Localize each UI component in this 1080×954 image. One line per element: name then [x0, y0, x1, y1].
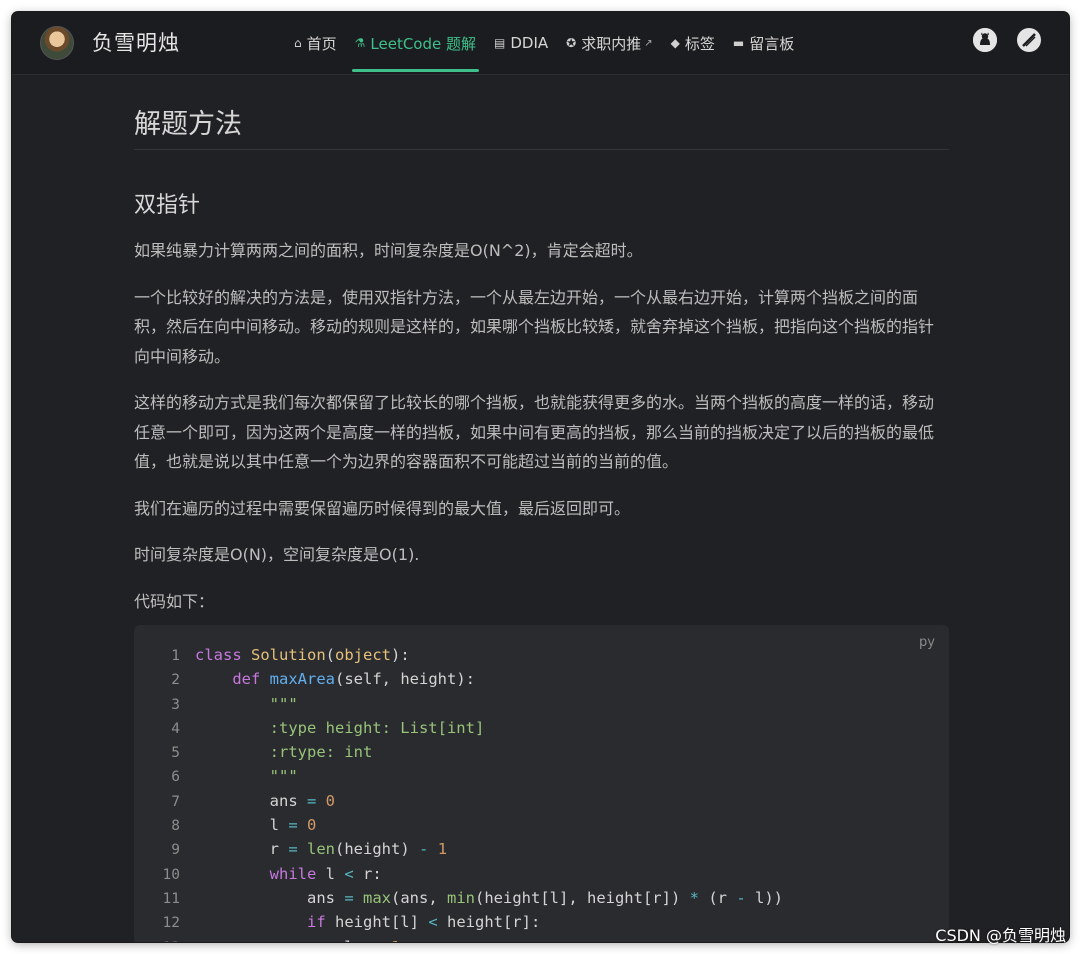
nav-item-jobs[interactable]: ✪ 求职内推 ↗: [566, 12, 652, 74]
line-number: 11: [162, 890, 180, 907]
page-title: 解题方法: [134, 102, 949, 150]
line-number: 8: [171, 818, 180, 835]
site-name[interactable]: 负雪明烛: [92, 27, 180, 57]
browser-window: 负雪明烛 ⌂ 首页 ⚗ LeetCode 题解 ▤ DDIA ✪ 求职内推 ↗ …: [12, 12, 1069, 942]
code-line: 13 l += 1: [134, 935, 783, 942]
code-text: if height[l] < height[r]:: [306, 913, 541, 932]
code-text: r = len(height) - 1: [195, 840, 448, 859]
line-number: 9: [171, 842, 180, 859]
section-heading: 双指针: [134, 193, 201, 218]
code-line: 1 class Solution(object):: [134, 643, 783, 667]
top-navbar: 负雪明烛 ⌂ 首页 ⚗ LeetCode 题解 ▤ DDIA ✪ 求职内推 ↗ …: [12, 12, 1069, 75]
avatar[interactable]: [40, 26, 74, 60]
line-number: 4: [171, 720, 180, 737]
paragraph: 我们在遍历的过程中需要保留遍历时候得到的最大值，最后返回即可。: [134, 498, 631, 518]
code-line: 12 if height[l] < height[r]:: [134, 910, 783, 934]
nav-right-icons: [973, 28, 1041, 52]
award-icon: ✪: [566, 36, 577, 50]
comment-icon: ▬: [732, 36, 745, 50]
line-number: 10: [162, 866, 180, 883]
code-lines: 1 class Solution(object): 2 def maxArea(se…: [134, 643, 783, 942]
code-text: def maxArea(self, height):: [232, 670, 475, 689]
paragraph: 一个比较好的解决的方法是，使用双指针方法，一个从最左边开始，一个从最右边开始，计…: [134, 287, 935, 366]
nav-item-label: 首页: [306, 34, 337, 53]
code-line: 2 def maxArea(self, height):: [134, 667, 783, 691]
code-line: 3 """: [134, 692, 783, 716]
line-number: 6: [171, 769, 180, 786]
home-icon: ⌂: [294, 36, 302, 50]
nav-item-guestbook[interactable]: ▬ 留言板: [733, 12, 794, 74]
nav-item-leetcode[interactable]: ⚗ LeetCode 题解: [351, 12, 480, 74]
watermark: CSDN @负雪明烛: [935, 926, 1066, 945]
article-content: 解题方法 双指针 如果纯暴力计算两两之间的面积，时间复杂度是O(N^2)，肯定会…: [134, 74, 949, 616]
code-line: 7 ans = 0: [134, 789, 783, 813]
nav-item-label: LeetCode 题解: [370, 34, 477, 53]
line-number: 1: [171, 648, 180, 664]
code-text: ans = max(ans, min(height[l], height[r])…: [195, 888, 783, 907]
line-number: 13: [134, 936, 195, 942]
paragraph: 时间复杂度是O(N)，空间复杂度是O(1).: [134, 545, 420, 564]
code-line: 11 ans = max(ans, min(height[l], height[…: [134, 886, 783, 910]
line-number: 12: [162, 915, 180, 932]
paragraph: 如果纯暴力计算两两之间的面积，时间复杂度是O(N^2)，肯定会超时。: [134, 241, 643, 260]
code-text: :type height: List[int]: [195, 718, 485, 737]
nav-item-home[interactable]: ⌂ 首页: [294, 12, 337, 74]
code-text: :rtype: int: [195, 743, 373, 762]
paragraph: 代码如下：: [134, 591, 215, 611]
nav-item-label: 求职内推: [581, 34, 642, 53]
tag-icon: ◆: [670, 36, 680, 50]
code-text: """: [195, 694, 298, 713]
nav-item-ddia[interactable]: ▤ DDIA: [494, 12, 548, 74]
code-line: 10 while l < r:: [134, 862, 783, 886]
line-number: 2: [171, 672, 180, 689]
code-line: 6 """: [134, 764, 783, 788]
nav-item-tags[interactable]: ◆ 标签: [671, 12, 715, 74]
main-nav: ⌂ 首页 ⚗ LeetCode 题解 ▤ DDIA ✪ 求职内推 ↗ ◆ 标签 …: [294, 12, 812, 74]
code-language-badge: py: [919, 635, 935, 650]
paragraph: 这样的移动方式是我们每次都保留了比较长的哪个挡板，也就能获得更多的水。当两个挡板…: [134, 393, 935, 471]
code-text: class Solution(object):: [195, 646, 410, 664]
code-block[interactable]: py 1 class Solution(object): 2 def maxArea…: [134, 625, 949, 942]
flask-icon: ⚗: [354, 36, 366, 50]
nav-item-label: 标签: [684, 34, 715, 53]
theme-toggle-icon[interactable]: [1017, 28, 1041, 52]
book-icon: ▤: [494, 36, 506, 50]
code-line: 8 l = 0: [134, 813, 783, 837]
nav-item-label: DDIA: [510, 34, 549, 52]
code-line: 4 :type height: List[int]: [134, 716, 783, 740]
line-number: 3: [171, 696, 180, 713]
nav-item-label: 留言板: [749, 34, 795, 53]
external-link-icon: ↗: [644, 37, 653, 49]
code-text: """: [195, 767, 298, 786]
code-text: l += 1: [195, 938, 400, 942]
line-number: 7: [171, 793, 180, 810]
code-text: l = 0: [195, 816, 317, 835]
line-number: 5: [171, 745, 180, 762]
code-text: while l < r:: [269, 864, 382, 883]
github-icon[interactable]: [973, 28, 997, 52]
code-text: ans = 0: [195, 791, 336, 810]
code-line: 9 r = len(height) - 1: [134, 837, 783, 861]
code-line: 5 :rtype: int: [134, 740, 783, 764]
